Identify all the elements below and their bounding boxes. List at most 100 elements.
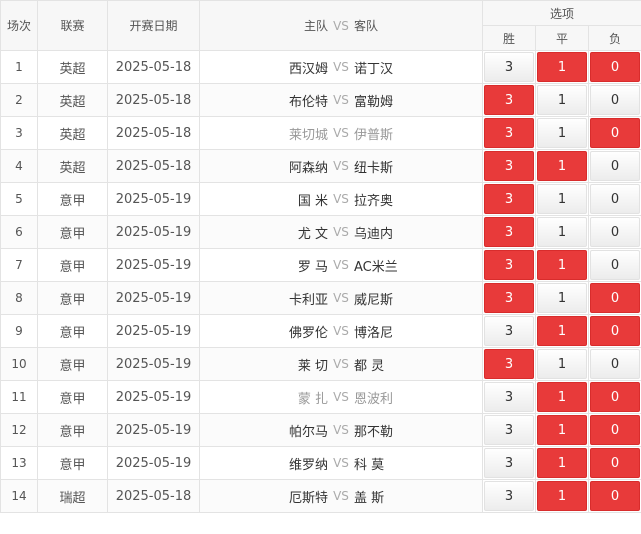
row-date-text: 2025-05-18: [115, 92, 192, 108]
row-match-wrap: 西汉姆 VS 诺丁汉: [201, 58, 482, 77]
win-cell: 3: [482, 83, 536, 117]
away-team: 威尼斯: [354, 292, 394, 308]
away-team: 科 莫: [354, 457, 385, 473]
draw-option-button[interactable]: 1: [537, 52, 587, 82]
row-date: 2025-05-18: [107, 479, 200, 513]
row-date-text: 2025-05-19: [115, 191, 192, 207]
win-option-button[interactable]: 3: [484, 217, 534, 247]
draw-option-button[interactable]: 1: [537, 382, 587, 412]
row-match-wrap: 维罗纳 VS 科 莫: [201, 454, 482, 473]
row-league: 意甲: [37, 446, 108, 480]
header-match-wrap: 主队 VS 客队: [201, 17, 482, 34]
lose-option-button[interactable]: 0: [590, 85, 641, 115]
vs-label: VS: [333, 225, 349, 239]
home-team: 西汉姆: [288, 61, 328, 77]
row-date-text: 2025-05-19: [115, 290, 192, 306]
win-option-button[interactable]: 3: [484, 415, 534, 445]
win-option-button[interactable]: 3: [484, 448, 534, 478]
lose-option-button[interactable]: 0: [590, 481, 641, 511]
lose-cell: 0: [587, 314, 641, 348]
row-date: 2025-05-19: [107, 281, 200, 315]
draw-cell: 1: [535, 479, 589, 513]
row-league-text: 意甲: [59, 292, 86, 308]
row-date: 2025-05-19: [107, 446, 200, 480]
draw-cell: 1: [535, 50, 589, 84]
win-cell: 3: [482, 248, 536, 282]
lose-option-button[interactable]: 0: [590, 382, 641, 412]
win-option-button[interactable]: 3: [484, 85, 534, 115]
row-date: 2025-05-19: [107, 182, 200, 216]
lose-cell: 0: [587, 413, 641, 447]
row-date: 2025-05-18: [107, 83, 200, 117]
lose-option-button[interactable]: 0: [590, 415, 641, 445]
row-date-text: 2025-05-18: [115, 488, 192, 504]
draw-option-button[interactable]: 1: [537, 250, 587, 280]
lose-option-button[interactable]: 0: [590, 151, 641, 181]
vs-label: VS: [333, 60, 349, 74]
lose-option-button[interactable]: 0: [590, 118, 641, 148]
win-option-button[interactable]: 3: [484, 118, 534, 148]
draw-option-button[interactable]: 1: [537, 184, 587, 214]
row-index-text: 12: [11, 423, 27, 437]
draw-option-button[interactable]: 1: [537, 448, 587, 478]
row-index: 3: [0, 116, 38, 150]
lose-cell: 0: [587, 149, 641, 183]
lose-option-button[interactable]: 0: [590, 184, 641, 214]
home-team: 国 米: [297, 193, 328, 209]
vs-label: VS: [333, 192, 349, 206]
lose-option-button[interactable]: 0: [590, 316, 641, 346]
win-option-button[interactable]: 3: [484, 250, 534, 280]
win-option-button[interactable]: 3: [484, 151, 534, 181]
row-league: 英超: [37, 50, 108, 84]
draw-cell: 1: [535, 314, 589, 348]
home-team: 布伦特: [288, 94, 328, 110]
draw-option-button[interactable]: 1: [537, 85, 587, 115]
row-match: 尤 文 VS 乌迪内: [199, 215, 483, 249]
win-option-button[interactable]: 3: [484, 382, 534, 412]
draw-option-button[interactable]: 1: [537, 151, 587, 181]
win-option-button[interactable]: 3: [484, 52, 534, 82]
row-league-text: 英超: [59, 127, 86, 143]
win-option-button[interactable]: 3: [484, 316, 534, 346]
lose-option-button[interactable]: 0: [590, 250, 641, 280]
win-option-button[interactable]: 3: [484, 283, 534, 313]
draw-option-button[interactable]: 1: [537, 481, 587, 511]
row-index-text: 13: [11, 456, 27, 470]
row-date-text: 2025-05-19: [115, 422, 192, 438]
lose-cell: 0: [587, 215, 641, 249]
draw-option-button[interactable]: 1: [537, 415, 587, 445]
row-match: 莱 切 VS 都 灵: [199, 347, 483, 381]
draw-option-button[interactable]: 1: [537, 217, 587, 247]
draw-cell: 1: [535, 116, 589, 150]
lose-option-button[interactable]: 0: [590, 283, 641, 313]
vs-label: VS: [333, 126, 349, 140]
row-match-wrap: 布伦特 VS 富勒姆: [201, 91, 482, 110]
lose-option-button[interactable]: 0: [590, 448, 641, 478]
row-match: 蒙 扎 VS 恩波利: [199, 380, 483, 414]
lose-option-button[interactable]: 0: [590, 217, 641, 247]
row-index: 12: [0, 413, 38, 447]
draw-cell: 1: [535, 248, 589, 282]
win-option-button[interactable]: 3: [484, 184, 534, 214]
row-index: 9: [0, 314, 38, 348]
row-match-wrap: 尤 文 VS 乌迪内: [201, 223, 482, 242]
win-option-button[interactable]: 3: [484, 349, 534, 379]
draw-option-button[interactable]: 1: [537, 349, 587, 379]
row-league: 意甲: [37, 182, 108, 216]
win-cell: 3: [482, 215, 536, 249]
row-match: 莱切城 VS 伊普斯: [199, 116, 483, 150]
win-cell: 3: [482, 413, 536, 447]
home-team: 莱 切: [297, 358, 328, 374]
lose-option-button[interactable]: 0: [590, 52, 641, 82]
win-option-button[interactable]: 3: [484, 481, 534, 511]
header-lose: 负: [587, 25, 641, 51]
draw-option-button[interactable]: 1: [537, 283, 587, 313]
draw-option-button[interactable]: 1: [537, 118, 587, 148]
row-league: 意甲: [37, 347, 108, 381]
win-cell: 3: [482, 116, 536, 150]
home-team: 莱切城: [288, 127, 328, 143]
row-league-text: 意甲: [59, 424, 86, 440]
header-vs: VS: [333, 18, 349, 33]
lose-option-button[interactable]: 0: [590, 349, 641, 379]
draw-option-button[interactable]: 1: [537, 316, 587, 346]
